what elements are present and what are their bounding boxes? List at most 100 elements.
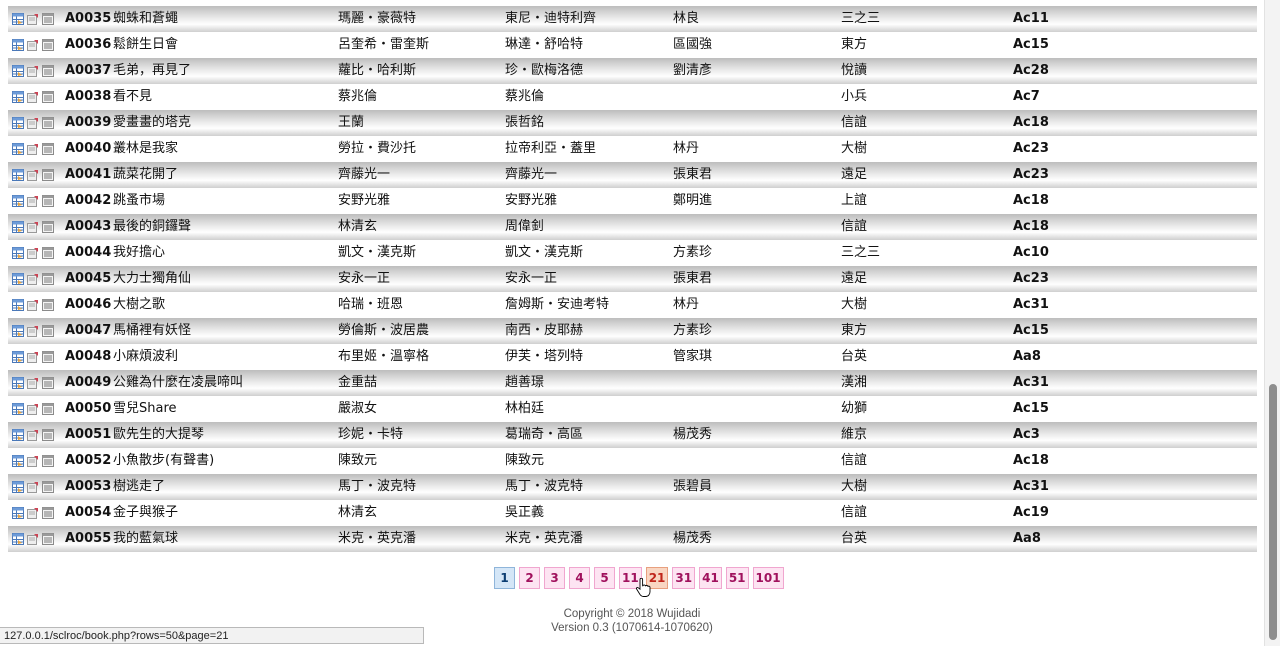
list-icon[interactable] — [42, 195, 54, 207]
book-code: Ac31 — [1013, 297, 1049, 312]
edit-icon[interactable] — [27, 91, 39, 103]
table-row: A0048 小麻煩波利 布里姬・溫寧格 伊芙・塔列特 管家琪 台英 Aa8 — [8, 344, 1257, 370]
table-view-icon[interactable] — [12, 507, 24, 519]
book-publisher: 三之三 — [841, 11, 881, 26]
edit-icon[interactable] — [27, 221, 39, 233]
book-publisher: 信誼 — [841, 115, 868, 130]
table-view-icon[interactable] — [12, 351, 24, 363]
list-icon[interactable] — [42, 117, 54, 129]
row-actions — [12, 116, 54, 130]
table-view-icon[interactable] — [12, 91, 24, 103]
table-view-icon[interactable] — [12, 195, 24, 207]
table-view-icon[interactable] — [12, 273, 24, 285]
page-link-5[interactable]: 5 — [594, 567, 615, 589]
edit-icon[interactable] — [27, 533, 39, 545]
scrollbar-thumb[interactable] — [1269, 384, 1277, 640]
edit-icon[interactable] — [27, 481, 39, 493]
vertical-scrollbar[interactable] — [1264, 0, 1280, 646]
table-view-icon[interactable] — [12, 325, 24, 337]
edit-icon[interactable] — [27, 117, 39, 129]
edit-icon[interactable] — [27, 403, 39, 415]
table-view-icon[interactable] — [12, 455, 24, 467]
table-view-icon[interactable] — [12, 65, 24, 77]
list-icon[interactable] — [42, 403, 54, 415]
list-icon[interactable] — [42, 455, 54, 467]
edit-icon[interactable] — [27, 169, 39, 181]
book-title: 小魚散步(有聲書) — [113, 453, 215, 468]
page-link-1[interactable]: 1 — [494, 567, 515, 589]
edit-icon[interactable] — [27, 143, 39, 155]
book-title: 大力士獨角仙 — [113, 271, 192, 286]
table-view-icon[interactable] — [12, 13, 24, 25]
page-link-2[interactable]: 2 — [519, 567, 540, 589]
list-icon[interactable] — [42, 377, 54, 389]
list-icon[interactable] — [42, 533, 54, 545]
edit-icon[interactable] — [27, 273, 39, 285]
edit-icon[interactable] — [27, 247, 39, 259]
book-code: Ac31 — [1013, 479, 1049, 494]
list-icon[interactable] — [42, 91, 54, 103]
list-icon[interactable] — [42, 299, 54, 311]
table-view-icon[interactable] — [12, 429, 24, 441]
book-id: A0051 — [65, 427, 112, 442]
row-actions — [12, 506, 54, 520]
row-actions — [12, 246, 54, 260]
book-publisher: 信誼 — [841, 219, 868, 234]
page-link-51[interactable]: 51 — [725, 567, 749, 589]
edit-icon[interactable] — [27, 195, 39, 207]
book-author: 安永一正 — [338, 271, 391, 286]
book-id: A0045 — [65, 271, 112, 286]
page-link-101[interactable]: 101 — [752, 567, 784, 589]
row-actions — [12, 38, 54, 52]
page-link-3[interactable]: 3 — [544, 567, 565, 589]
table-row: A0050 雪兒Share 嚴淑女 林柏廷 幼獅 Ac15 — [8, 396, 1257, 422]
list-icon[interactable] — [42, 481, 54, 493]
table-view-icon[interactable] — [12, 247, 24, 259]
edit-icon[interactable] — [27, 39, 39, 51]
list-icon[interactable] — [42, 169, 54, 181]
edit-icon[interactable] — [27, 429, 39, 441]
table-view-icon[interactable] — [12, 221, 24, 233]
edit-icon[interactable] — [27, 299, 39, 311]
table-view-icon[interactable] — [12, 117, 24, 129]
table-view-icon[interactable] — [12, 169, 24, 181]
book-author: 齊藤光一 — [338, 167, 391, 182]
edit-icon[interactable] — [27, 65, 39, 77]
book-code: Aa8 — [1013, 531, 1041, 546]
list-icon[interactable] — [42, 325, 54, 337]
list-icon[interactable] — [42, 247, 54, 259]
list-icon[interactable] — [42, 221, 54, 233]
table-view-icon[interactable] — [12, 377, 24, 389]
list-icon[interactable] — [42, 273, 54, 285]
edit-icon[interactable] — [27, 351, 39, 363]
book-title: 我的藍氣球 — [113, 531, 179, 546]
list-icon[interactable] — [42, 39, 54, 51]
page-link-41[interactable]: 41 — [699, 567, 722, 589]
page-link-31[interactable]: 31 — [672, 567, 696, 589]
list-icon[interactable] — [42, 65, 54, 77]
book-title: 小麻煩波利 — [113, 349, 179, 364]
list-icon[interactable] — [42, 507, 54, 519]
table-view-icon[interactable] — [12, 403, 24, 415]
edit-icon[interactable] — [27, 13, 39, 25]
list-icon[interactable] — [42, 351, 54, 363]
book-author: 金重喆 — [338, 375, 378, 390]
edit-icon[interactable] — [27, 325, 39, 337]
list-icon[interactable] — [42, 13, 54, 25]
list-icon[interactable] — [42, 429, 54, 441]
row-actions — [12, 64, 54, 78]
edit-icon[interactable] — [27, 507, 39, 519]
list-icon[interactable] — [42, 143, 54, 155]
page-link-4[interactable]: 4 — [569, 567, 590, 589]
table-view-icon[interactable] — [12, 143, 24, 155]
book-id: A0052 — [65, 453, 112, 468]
edit-icon[interactable] — [27, 455, 39, 467]
book-id: A0037 — [65, 63, 112, 78]
book-translator: 管家琪 — [673, 349, 713, 364]
table-view-icon[interactable] — [12, 39, 24, 51]
book-author: 陳致元 — [338, 453, 378, 468]
table-view-icon[interactable] — [12, 481, 24, 493]
edit-icon[interactable] — [27, 377, 39, 389]
table-view-icon[interactable] — [12, 533, 24, 545]
table-view-icon[interactable] — [12, 299, 24, 311]
